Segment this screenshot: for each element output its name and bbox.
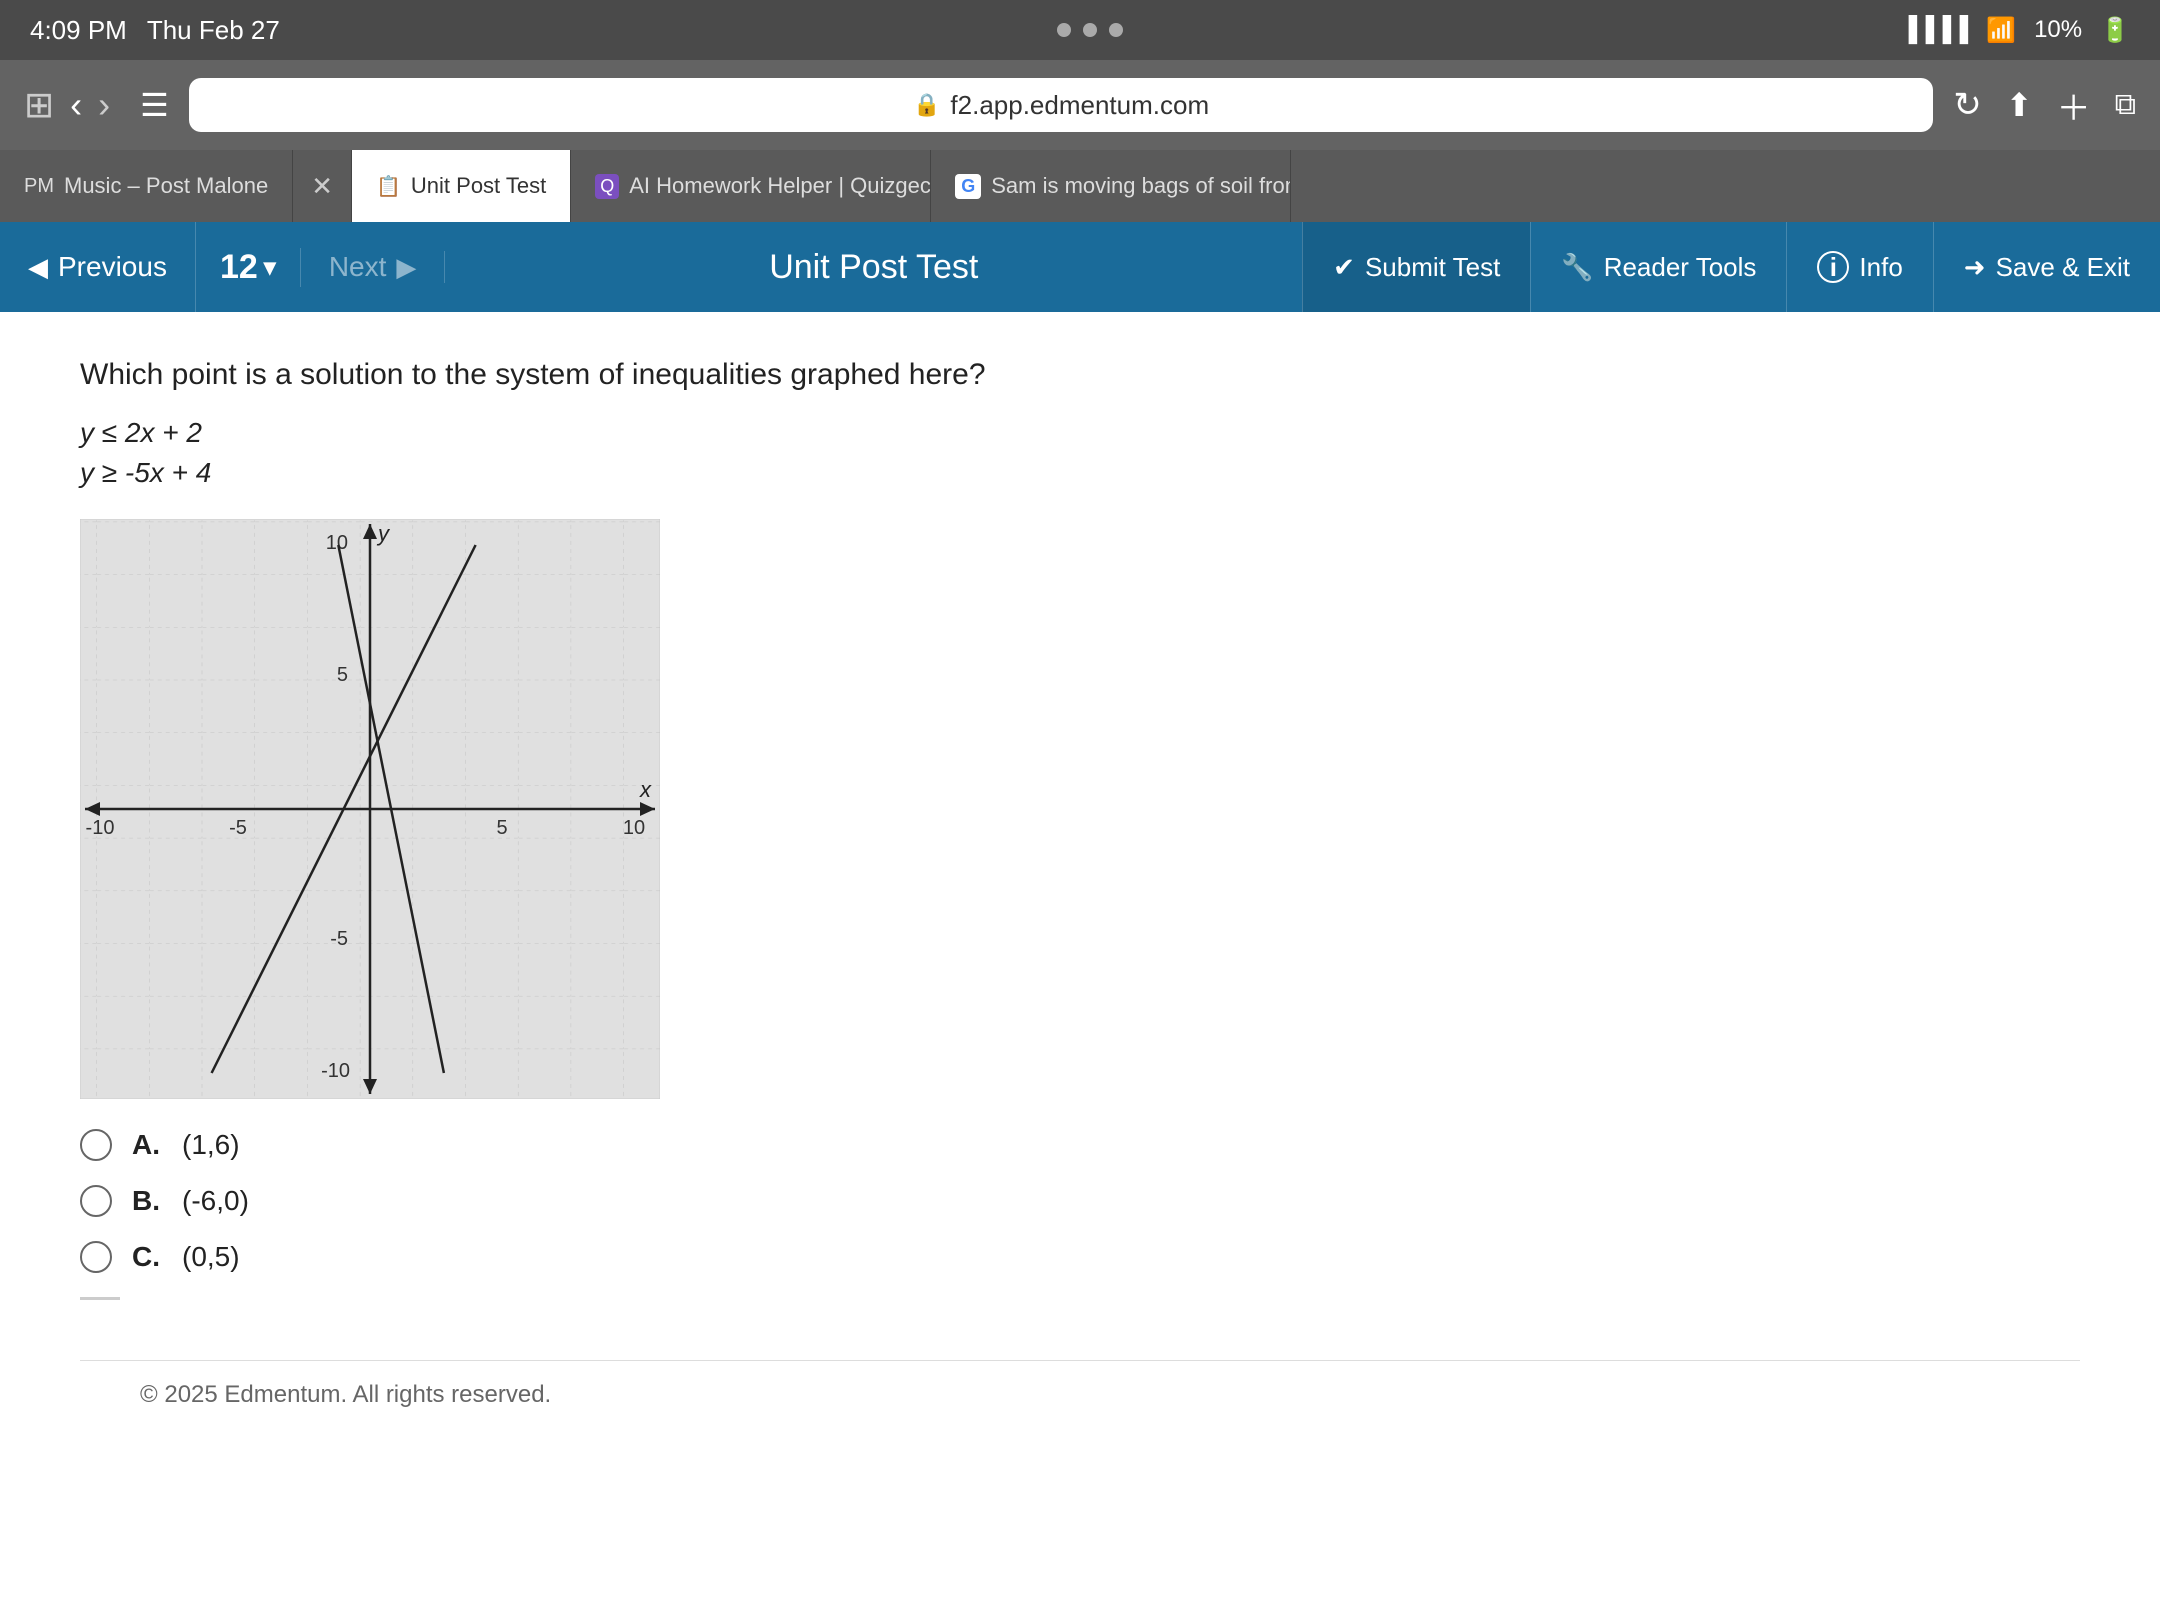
submit-test-button[interactable]: ✔ Submit Test [1302, 222, 1530, 312]
url-text: f2.app.edmentum.com [950, 90, 1209, 121]
svg-text:-10: -10 [86, 817, 115, 839]
new-tab-icon[interactable]: ＋ [2057, 81, 2091, 130]
status-dot2 [1083, 23, 1097, 37]
svg-text:-5: -5 [330, 928, 348, 950]
label-a: A. [132, 1129, 162, 1161]
tab-sam[interactable]: G Sam is moving bags of soil from... [931, 150, 1291, 222]
radio-c[interactable] [80, 1241, 112, 1273]
info-label: Info [1859, 252, 1902, 283]
info-button[interactable]: i Info [1786, 222, 1932, 312]
status-center [1057, 23, 1123, 37]
radio-b[interactable] [80, 1185, 112, 1217]
reader-mode-icon[interactable]: ☰ [140, 86, 169, 124]
tabs-icon[interactable]: ⧉ [2115, 88, 2136, 122]
exit-icon: ➜ [1964, 252, 1986, 283]
svg-text:x: x [639, 777, 652, 802]
next-button[interactable]: Next ▶ [301, 251, 446, 283]
test-title-text: Unit Post Test [769, 248, 978, 286]
tab-test-icon: 📋 [376, 174, 401, 199]
browser-nav-icons: ⊞ ‹ › [24, 84, 110, 126]
status-date: Thu Feb 27 [147, 15, 280, 46]
tab-sam-label: Sam is moving bags of soil from... [991, 173, 1291, 199]
answer-a[interactable]: A. (1,6) [80, 1129, 2080, 1161]
url-bar[interactable]: 🔒 f2.app.edmentum.com [189, 78, 1933, 132]
prev-label: Previous [58, 251, 167, 283]
tab-unit-test[interactable]: 📋 Unit Post Test [352, 150, 571, 222]
copyright-text: © 2025 Edmentum. All rights reserved. [140, 1381, 551, 1408]
status-bar: 4:09 PM Thu Feb 27 ▐▐▐▐ 📶 10% 🔋 [0, 0, 2160, 60]
tab-ai-icon: Q [595, 174, 619, 199]
svg-text:-5: -5 [229, 817, 247, 839]
browser-chrome: ⊞ ‹ › ☰ 🔒 f2.app.edmentum.com ↻ ⬆ ＋ ⧉ [0, 60, 2160, 150]
tab-music[interactable]: PM Music – Post Malone [0, 150, 293, 222]
tab-ai-helper[interactable]: Q AI Homework Helper | Quizgecko [571, 150, 931, 222]
inequality-1: y ≤ 2x + 2 [80, 417, 2080, 449]
reader-tools-label: Reader Tools [1604, 252, 1757, 283]
value-b: (-6,0) [182, 1185, 249, 1217]
tab-ai-label: AI Homework Helper | Quizgecko [629, 173, 931, 199]
svg-text:y: y [376, 521, 391, 546]
lock-icon: 🔒 [913, 92, 940, 118]
prev-button[interactable]: ◀ Previous [0, 222, 196, 312]
status-dot3 [1109, 23, 1123, 37]
svg-text:-10: -10 [321, 1060, 350, 1082]
content-area: Which point is a solution to the system … [0, 312, 2160, 1469]
label-b: B. [132, 1185, 162, 1217]
submit-label: Submit Test [1365, 252, 1500, 283]
answer-b[interactable]: B. (-6,0) [80, 1185, 2080, 1217]
close-x-icon[interactable]: ✕ [311, 171, 333, 202]
label-c: C. [132, 1241, 162, 1273]
forward-icon[interactable]: › [98, 84, 110, 126]
tab-music-icon: PM [24, 175, 54, 198]
nav-bar: ◀ Previous 12 ▾ Next ▶ Unit Post Test ✔ … [0, 222, 2160, 312]
tab-music-label: Music – Post Malone [64, 173, 268, 199]
svg-text:5: 5 [337, 664, 348, 686]
tab-test-label: Unit Post Test [411, 173, 546, 199]
browser-right-icons: ↻ ⬆ ＋ ⧉ [1953, 81, 2136, 130]
wifi-icon: 📶 [1986, 16, 2016, 45]
footer: © 2025 Edmentum. All rights reserved. [80, 1360, 2080, 1429]
save-exit-button[interactable]: ➜ Save & Exit [1933, 222, 2160, 312]
inequality-graph: x y -10 -5 5 10 10 5 -5 -10 [80, 519, 660, 1099]
tab-close-btn[interactable]: ✕ [293, 150, 352, 222]
submit-check-icon: ✔ [1333, 252, 1355, 283]
answer-c[interactable]: C. (0,5) [80, 1241, 2080, 1273]
value-a: (1,6) [182, 1129, 240, 1161]
question-number: 12 [220, 248, 258, 287]
question-number-dropdown[interactable]: 12 ▾ [196, 248, 301, 287]
refresh-icon[interactable]: ↻ [1953, 85, 1982, 125]
info-icon: i [1817, 251, 1849, 283]
prev-arrow-icon: ◀ [28, 252, 48, 283]
status-right: ▐▐▐▐ 📶 10% 🔋 [1900, 16, 2130, 45]
question-prompt: Which point is a solution to the system … [80, 352, 2080, 397]
save-exit-label: Save & Exit [1996, 252, 2130, 283]
tab-sam-icon: G [955, 174, 981, 199]
nav-right-buttons: ✔ Submit Test 🔧 Reader Tools i Info ➜ Sa… [1302, 222, 2160, 312]
battery-icon: 🔋 [2100, 16, 2130, 45]
status-time: 4:09 PM [30, 15, 127, 46]
next-arrow-icon: ▶ [396, 252, 416, 283]
share-icon[interactable]: ⬆ [2006, 86, 2033, 124]
sidebar-toggle-icon[interactable]: ⊞ [24, 84, 54, 126]
next-label: Next [329, 251, 387, 283]
battery-level: 10% [2034, 16, 2082, 44]
svg-text:10: 10 [623, 817, 645, 839]
svg-text:5: 5 [496, 817, 507, 839]
wrench-icon: 🔧 [1561, 252, 1593, 283]
signal-icon: ▐▐▐▐ [1900, 16, 1968, 44]
graph-container: x y -10 -5 5 10 10 5 -5 -10 [80, 519, 660, 1099]
back-icon[interactable]: ‹ [70, 84, 82, 126]
status-left: 4:09 PM Thu Feb 27 [30, 15, 280, 46]
svg-text:10: 10 [326, 532, 348, 554]
reader-tools-button[interactable]: 🔧 Reader Tools [1530, 222, 1786, 312]
status-dot1 [1057, 23, 1071, 37]
answers-container: A. (1,6) B. (-6,0) C. (0,5) [80, 1129, 2080, 1300]
partial-answer-indicator [80, 1297, 120, 1300]
tab-bar: PM Music – Post Malone ✕ 📋 Unit Post Tes… [0, 150, 2160, 222]
value-c: (0,5) [182, 1241, 240, 1273]
inequality-2: y ≥ -5x + 4 [80, 457, 2080, 489]
test-title: Unit Post Test [445, 248, 1302, 287]
dropdown-arrow-icon: ▾ [264, 253, 276, 282]
radio-a[interactable] [80, 1129, 112, 1161]
